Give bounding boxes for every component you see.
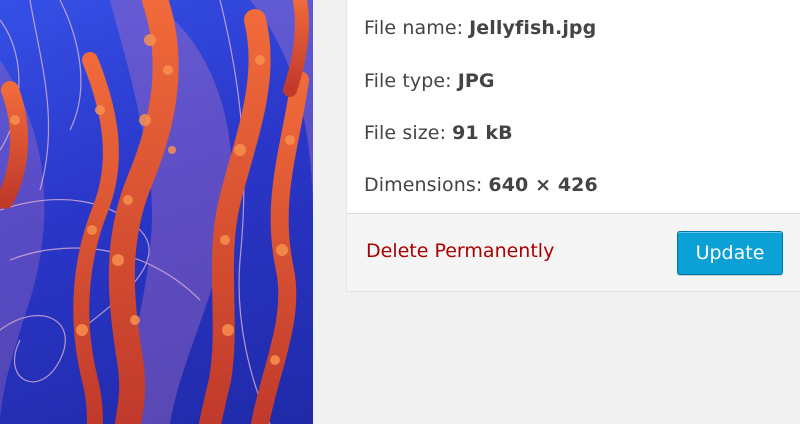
- file-name-label: File name:: [364, 16, 464, 39]
- file-size-row: File size: 91 kB: [364, 107, 800, 159]
- file-details-list: File name: Jellyfish.jpg File type: JPG …: [347, 0, 800, 211]
- delete-permanently-link[interactable]: Delete Permanently: [366, 240, 554, 262]
- file-type-label: File type:: [364, 70, 452, 92]
- file-name-row: File name: Jellyfish.jpg: [364, 0, 800, 55]
- jellyfish-photo: [0, 0, 313, 424]
- file-type-row: File type: JPG: [364, 55, 800, 107]
- dimensions-label: Dimensions:: [364, 174, 483, 196]
- update-button[interactable]: Update: [677, 231, 783, 275]
- dimensions-row: Dimensions: 640 × 426: [364, 159, 800, 211]
- dimensions-value: 640 × 426: [488, 174, 598, 196]
- file-size-value: 91 kB: [452, 122, 513, 144]
- attachment-preview-image: [0, 0, 313, 424]
- file-type-value: JPG: [457, 70, 495, 92]
- file-size-label: File size:: [364, 122, 447, 144]
- attachment-actions-bar: Delete Permanently Update: [347, 213, 800, 291]
- attachment-details-panel: File name: Jellyfish.jpg File type: JPG …: [346, 0, 800, 292]
- file-name-value: Jellyfish.jpg: [469, 16, 597, 39]
